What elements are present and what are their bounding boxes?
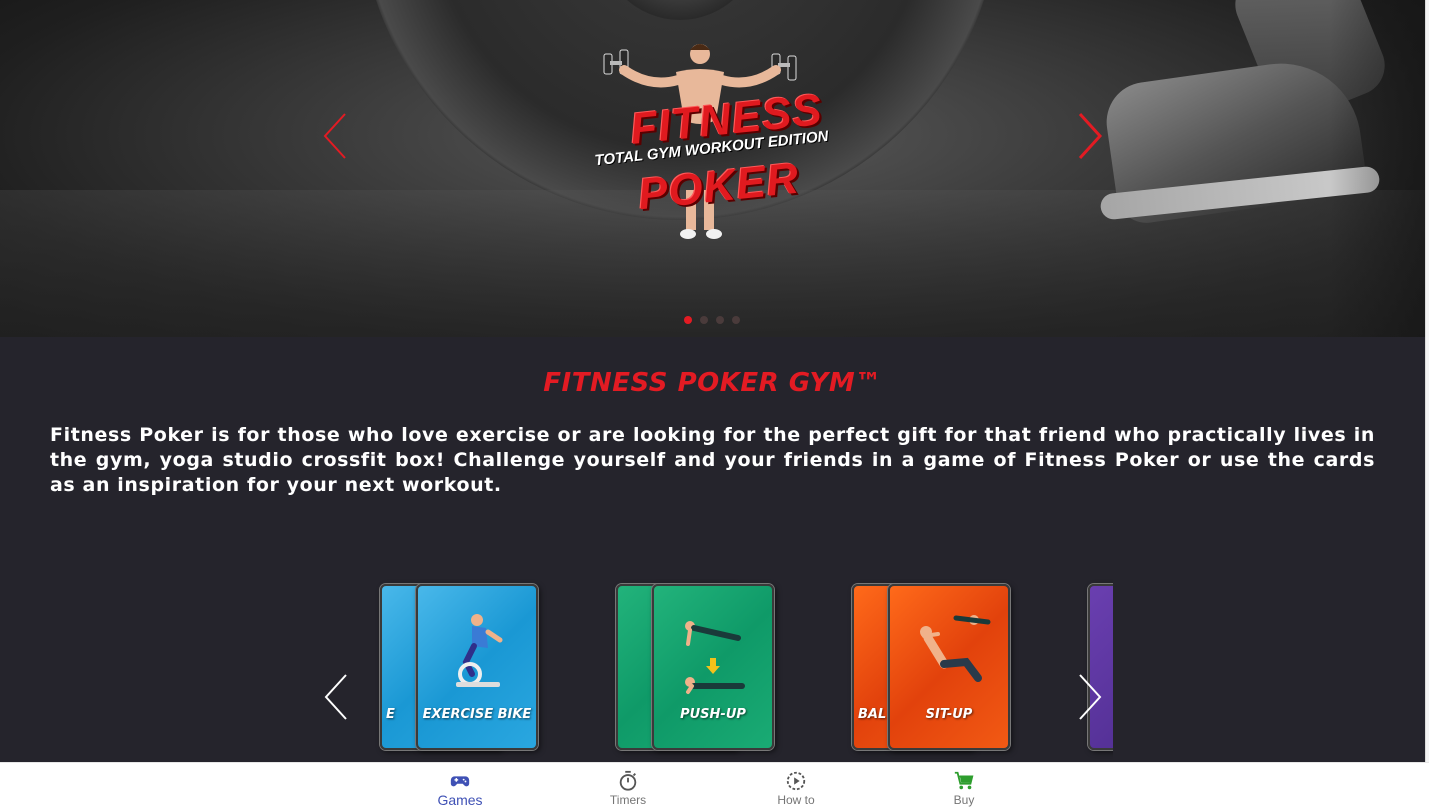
card-label: SIT-UP [925, 707, 973, 722]
stopwatch-icon [619, 770, 637, 791]
pagination-dot-3[interactable] [716, 316, 724, 324]
exercise-bike-icon [442, 612, 512, 692]
scrollbar-track[interactable] [1425, 0, 1429, 762]
card-group-push-up[interactable]: PUSH-UP [588, 584, 774, 754]
pagination-dot-1[interactable] [684, 316, 692, 324]
bottom-navigation: Games Timers How to Buy [0, 762, 1429, 809]
chevron-left-icon [324, 674, 347, 720]
card-group-partial[interactable] [1060, 584, 1113, 754]
card-group-exercise-bike[interactable]: E EXERCISE BIKE [352, 584, 538, 754]
hero-carousel: FITNESS TOTAL GYM WORKOUT EDITION POKER [0, 0, 1425, 337]
chevron-right-icon [1079, 674, 1102, 720]
app: FITNESS TOTAL GYM WORKOUT EDITION POKER … [0, 0, 1429, 809]
nav-timers[interactable]: Timers [568, 763, 688, 809]
nav-games[interactable]: Games [400, 763, 520, 809]
card-back-label: E [386, 707, 395, 722]
nav-buy[interactable]: Buy [904, 763, 1024, 809]
nav-buy-label: Buy [953, 793, 975, 807]
chevron-right-icon [1078, 112, 1103, 160]
card-front: PUSH-UP [652, 584, 774, 750]
card-front: SIT-UP [888, 584, 1010, 750]
hero-pagination [684, 316, 740, 324]
play-circle-icon [786, 771, 806, 791]
cart-icon [954, 771, 974, 790]
sit-up-icon [904, 612, 994, 692]
pagination-dot-2[interactable] [700, 316, 708, 324]
section-description: Fitness Poker is for those who love exer… [50, 424, 1375, 496]
pagination-dot-4[interactable] [732, 316, 740, 324]
card-label: EXERCISE BIKE [422, 707, 532, 722]
cards-prev-button[interactable] [322, 673, 352, 721]
cards-next-button[interactable] [1074, 673, 1104, 721]
chevron-left-icon [323, 113, 346, 159]
fitness-poker-logo: FITNESS TOTAL GYM WORKOUT EDITION POKER [590, 40, 829, 245]
main-content: FITNESS TOTAL GYM WORKOUT EDITION POKER … [0, 0, 1425, 762]
nav-how-to-label: How to [777, 793, 815, 807]
push-up-icon [668, 612, 758, 702]
card-group-sit-up[interactable]: BAL C SIT-UP [824, 584, 1010, 754]
nav-games-label: Games [437, 792, 483, 808]
card-carousel: E EXERCISE BIKE PUSH-UP BAL C SIT-UP [352, 568, 1113, 762]
nav-timers-label: Timers [609, 793, 647, 807]
hero-prev-button[interactable] [321, 112, 351, 160]
card-back [1088, 584, 1113, 750]
card-label: PUSH-UP [680, 707, 746, 722]
hero-next-button[interactable] [1074, 112, 1104, 160]
gamepad-icon [450, 776, 470, 787]
section-title: FITNESS POKER GYM™ [543, 368, 882, 398]
card-front: EXERCISE BIKE [416, 584, 538, 750]
hero-shade [1330, 0, 1425, 337]
nav-how-to[interactable]: How to [736, 763, 856, 809]
